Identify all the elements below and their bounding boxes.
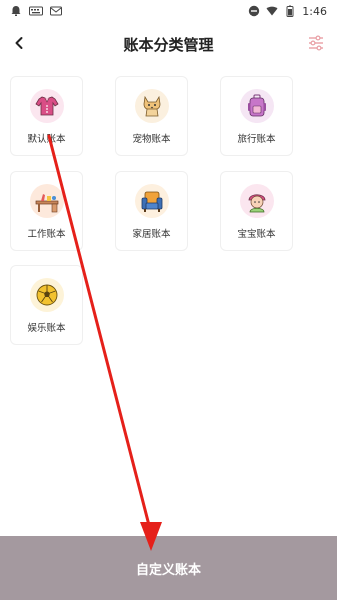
category-card-home[interactable]: 家居账本	[115, 171, 188, 251]
category-icon-bg	[134, 89, 169, 123]
category-label: 旅行账本	[237, 134, 276, 145]
sliders-icon	[309, 35, 323, 51]
app-bar: 账本分类管理	[0, 22, 337, 66]
shirt-icon	[34, 96, 59, 116]
status-left	[10, 5, 62, 17]
category-card-default[interactable]: 默认账本	[10, 76, 83, 156]
status-bar: 1:46	[0, 0, 337, 22]
notification-icon	[11, 6, 21, 16]
backpack-icon	[247, 94, 266, 117]
battery-icon	[286, 5, 294, 17]
wifi-icon	[266, 6, 278, 16]
category-label: 娱乐账本	[27, 323, 66, 334]
category-icon-bg	[29, 278, 64, 312]
category-icon-bg	[134, 184, 169, 218]
category-card-pet[interactable]: 宠物账本	[115, 76, 188, 156]
desk-icon	[35, 194, 58, 213]
category-icon-bg	[239, 89, 274, 123]
category-icon-bg	[29, 89, 64, 123]
dnd-icon	[249, 5, 260, 17]
category-icon-bg	[239, 184, 274, 218]
status-right: 1:46	[248, 5, 327, 18]
baby-icon	[248, 194, 265, 213]
soccer-ball-icon	[36, 284, 57, 306]
keyboard-icon	[29, 6, 43, 16]
category-card-travel[interactable]: 旅行账本	[220, 76, 293, 156]
category-icon-bg	[29, 184, 64, 218]
mail-icon	[50, 6, 62, 16]
category-label: 默认账本	[27, 134, 66, 145]
cat-icon	[143, 95, 160, 117]
category-card-baby[interactable]: 宝宝账本	[220, 171, 293, 251]
armchair-icon	[141, 191, 162, 212]
category-label: 宝宝账本	[237, 229, 276, 240]
page-title: 账本分类管理	[123, 36, 214, 54]
category-card-work[interactable]: 工作账本	[10, 171, 83, 251]
status-time: 1:46	[302, 4, 327, 18]
category-label: 家居账本	[132, 229, 171, 240]
filter-button[interactable]	[303, 30, 329, 56]
custom-ledger-button[interactable]: 自定义账本	[0, 536, 337, 600]
category-card-entertainment[interactable]: 娱乐账本	[10, 265, 83, 345]
category-label: 工作账本	[27, 229, 66, 240]
category-label: 宠物账本	[132, 134, 171, 145]
